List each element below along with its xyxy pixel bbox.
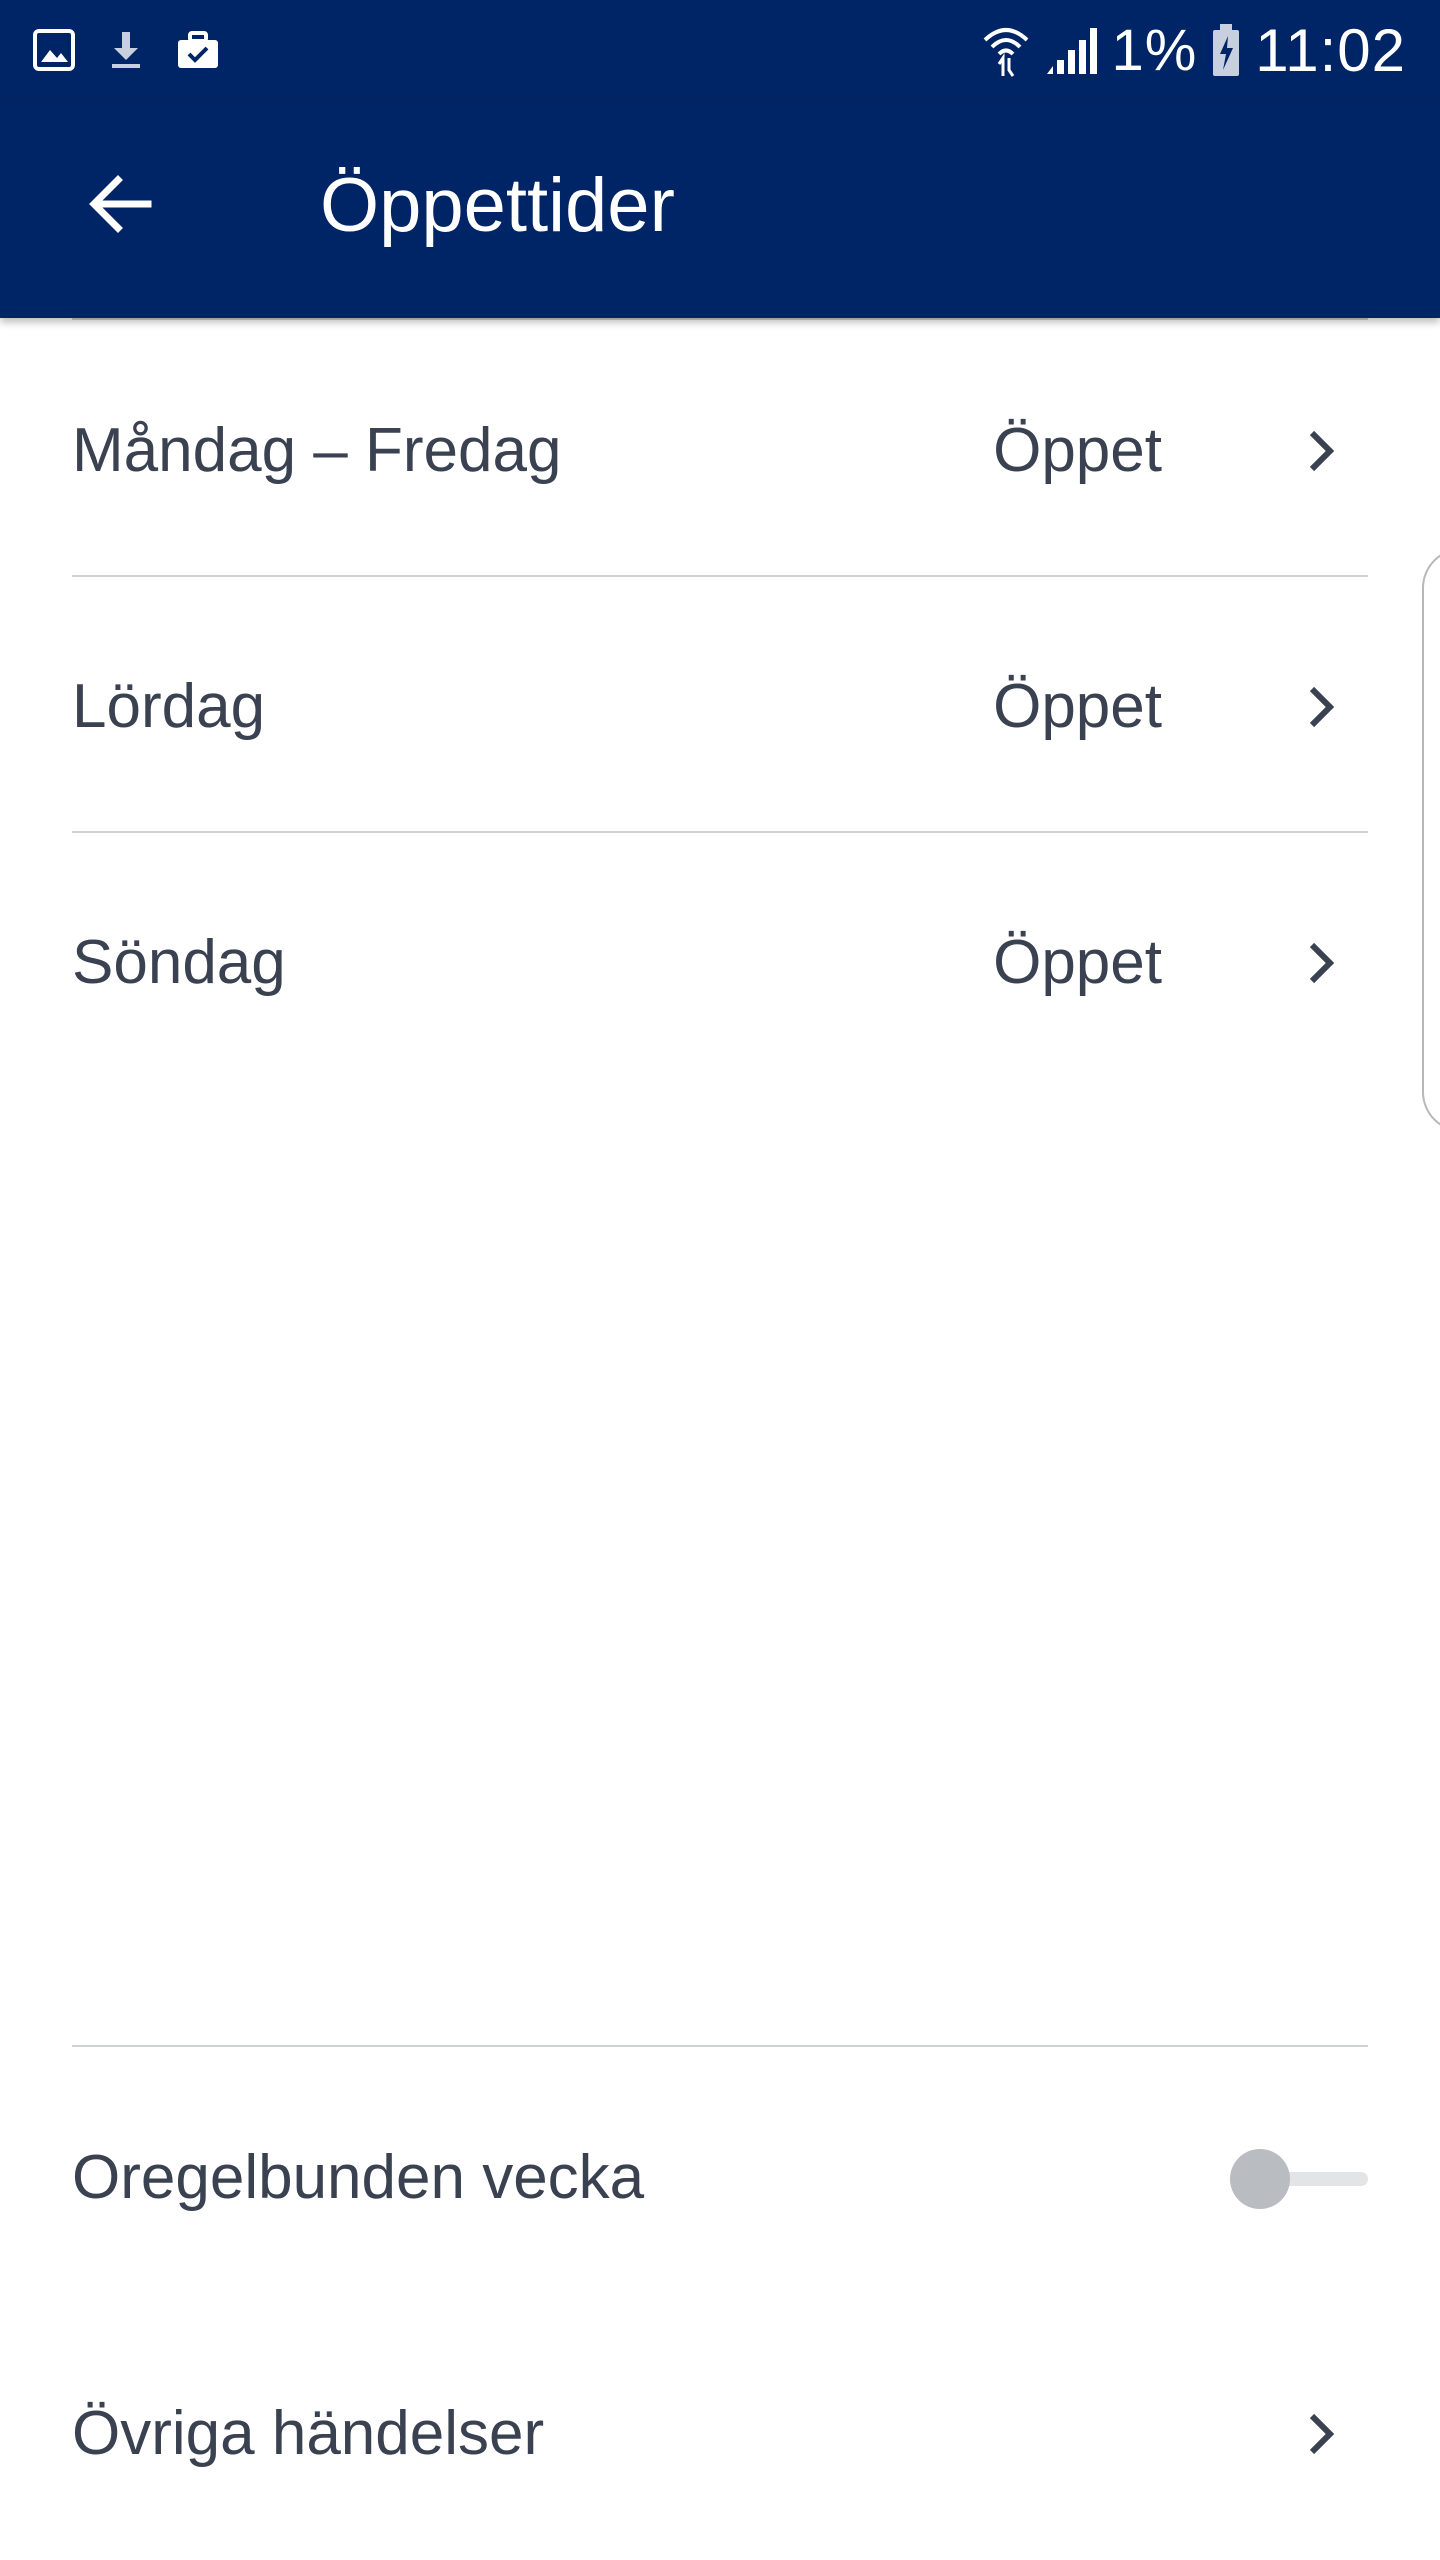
- signal-icon: [1047, 28, 1098, 74]
- briefcase-check-icon: [178, 31, 218, 68]
- irregular-week-label: Oregelbunden vecka: [72, 2143, 645, 2212]
- row-label: Söndag: [72, 928, 286, 997]
- notification-icons: [30, 26, 222, 74]
- chevron-right-icon: [1309, 430, 1335, 472]
- wifi-icon: [984, 28, 1029, 77]
- row-label: Övriga händelser: [72, 2399, 545, 2468]
- row-status: Öppet: [993, 416, 1162, 485]
- chevron-right-icon: [1309, 2413, 1335, 2455]
- battery-charging-icon: [1213, 24, 1240, 76]
- toggle-thumb: [1230, 2149, 1290, 2209]
- app-bar: Öppettider: [0, 100, 1440, 318]
- other-events-row[interactable]: Övriga händelser: [0, 2309, 1440, 2559]
- status-indicators: 1% 11:02: [981, 14, 1406, 86]
- chevron-right-icon: [1309, 686, 1335, 728]
- edge-panel-handle[interactable]: [1422, 548, 1440, 1132]
- schedule-row-sunday[interactable]: Söndag Öppet: [0, 838, 1440, 1088]
- divider: [72, 831, 1368, 833]
- irregular-week-row: Oregelbunden vecka: [0, 2053, 1440, 2303]
- divider: [72, 2045, 1368, 2047]
- divider: [72, 318, 1368, 320]
- status-time: 11:02: [1255, 16, 1406, 84]
- page-title: Öppettider: [320, 163, 675, 248]
- irregular-week-toggle[interactable]: [1230, 2146, 1370, 2210]
- row-status: Öppet: [993, 928, 1162, 997]
- back-button[interactable]: [60, 144, 180, 264]
- row-status: Öppet: [993, 672, 1162, 741]
- row-label: Lördag: [72, 672, 266, 741]
- divider: [72, 575, 1368, 577]
- schedule-row-weekdays[interactable]: Måndag – Fredag Öppet: [0, 326, 1440, 576]
- row-label: Måndag – Fredag: [72, 416, 562, 485]
- battery-percentage: 1%: [1111, 17, 1198, 83]
- schedule-row-saturday[interactable]: Lördag Öppet: [0, 582, 1440, 832]
- chevron-right-icon: [1309, 942, 1335, 984]
- status-bar: 1% 11:02: [0, 0, 1440, 100]
- screen: 1% 11:02 Öppettider Måndag – Fredag Öppe…: [0, 0, 1440, 2560]
- arrow-left-icon: [89, 175, 152, 233]
- gallery-icon: [33, 29, 75, 71]
- download-icon: [112, 32, 140, 68]
